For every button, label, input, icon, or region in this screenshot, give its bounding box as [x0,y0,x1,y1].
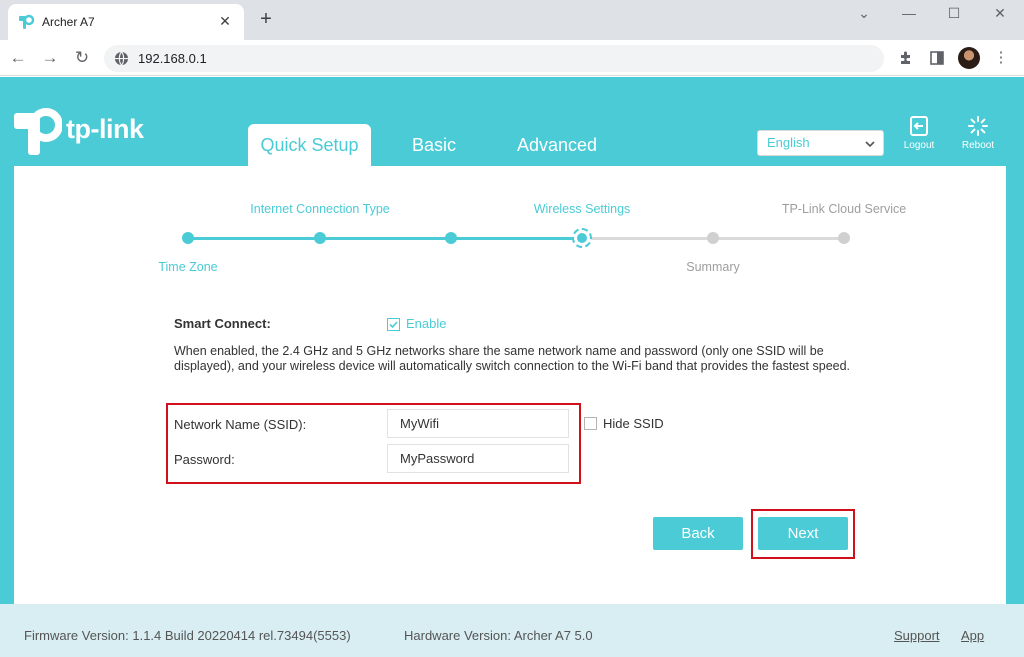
step-dot [314,232,326,244]
firmware-version: Firmware Version: 1.1.4 Build 20220414 r… [24,628,351,643]
logout-button[interactable]: Logout [897,115,941,151]
hide-ssid-label: Hide SSID [603,416,664,431]
side-panel-icon[interactable] [925,46,949,70]
step-label-time-zone: Time Zone [158,260,218,274]
tab-search-icon[interactable]: ⌄ [844,4,884,26]
ssid-input[interactable] [387,409,569,438]
extensions-icon[interactable] [894,46,918,70]
enable-label: Enable [406,316,447,331]
step-dot [182,232,194,244]
minimize-icon[interactable]: — [889,4,929,26]
maximize-icon[interactable]: ☐ [934,4,974,26]
setup-panel [14,166,1006,610]
language-select[interactable]: English [757,130,884,156]
back-arrow-icon[interactable]: ← [6,46,30,70]
progress-track-done [188,237,582,240]
password-label: Password: [174,452,235,467]
smart-connect-checkbox[interactable] [387,318,400,331]
tab-basic[interactable]: Basic [396,124,472,166]
step-dot [445,232,457,244]
logout-icon [910,116,928,136]
hide-ssid-checkbox[interactable] [584,417,597,430]
step-label-cloud-service: TP-Link Cloud Service [781,202,907,216]
logout-label: Logout [903,140,935,151]
reboot-icon [968,116,988,136]
language-value: English [767,135,810,150]
next-button[interactable]: Next [758,517,848,550]
forward-arrow-icon[interactable]: → [38,46,62,70]
tp-link-logo-icon [14,108,62,155]
address-bar[interactable]: 192.168.0.1 [104,45,884,72]
step-dot [707,232,719,244]
step-dot [838,232,850,244]
tab-advanced[interactable]: Advanced [506,124,608,166]
reboot-label: Reboot [961,140,995,151]
app-link[interactable]: App [961,628,984,643]
browser-tab[interactable]: Archer A7 ✕ [8,4,244,40]
router-admin-page: tp-link Quick Setup Basic Advanced Engli… [0,77,1024,657]
tp-link-favicon-icon [19,14,34,29]
step-label-summary: Summary [686,260,740,274]
smart-connect-description: When enabled, the 2.4 GHz and 5 GHz netw… [174,344,851,373]
tab-close-icon[interactable]: ✕ [216,12,234,30]
chevron-down-icon [865,141,875,148]
browser-toolbar: ← → ↻ 192.168.0.1 ⋮ [0,40,1024,76]
url-text: 192.168.0.1 [138,51,207,66]
support-link[interactable]: Support [894,628,940,643]
page-footer: Firmware Version: 1.1.4 Build 20220414 r… [0,604,1024,657]
tp-link-logo: tp-link [14,105,154,157]
profile-avatar[interactable] [958,47,980,69]
browser-tab-title: Archer A7 [42,15,95,29]
smart-connect-label: Smart Connect: [174,316,271,331]
reload-icon[interactable]: ↻ [70,46,94,70]
logo-text: tp-link [66,114,144,144]
step-dot-current [572,228,592,248]
reboot-button[interactable]: Reboot [956,115,1000,151]
hardware-version: Hardware Version: Archer A7 5.0 [404,628,593,643]
new-tab-icon[interactable]: + [254,8,278,32]
tab-quick-setup[interactable]: Quick Setup [248,124,371,166]
browser-menu-icon[interactable]: ⋮ [989,46,1013,70]
password-input[interactable] [387,444,569,473]
site-info-icon[interactable] [114,51,129,66]
checkmark-icon [389,321,398,329]
step-label-wireless-settings: Wireless Settings [533,202,631,216]
step-label-internet-connection-type: Internet Connection Type [250,202,390,216]
back-button[interactable]: Back [653,517,743,550]
window-close-icon[interactable]: ✕ [980,4,1020,26]
ssid-label: Network Name (SSID): [174,417,307,432]
browser-tab-strip: Archer A7 ✕ + ⌄ — ☐ ✕ [0,0,1024,40]
